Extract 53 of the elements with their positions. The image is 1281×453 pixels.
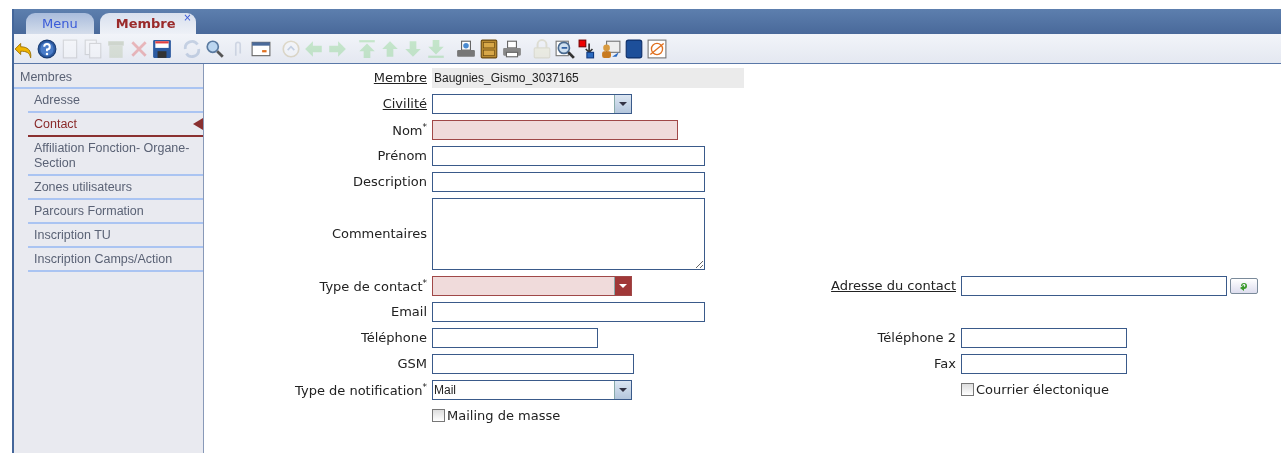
sidebar-item[interactable]: Zones utilisateurs <box>28 176 203 200</box>
input-field[interactable] <box>432 145 705 166</box>
field-label: Fax <box>934 356 956 371</box>
magnifier-icon[interactable] <box>555 38 575 59</box>
save-icon[interactable] <box>152 38 172 59</box>
sidebar-item[interactable]: Inscription Camps/Action <box>28 248 203 272</box>
arrow-icon <box>1239 280 1249 291</box>
input-field[interactable] <box>432 171 705 192</box>
field-label: Téléphone 2 <box>877 330 956 345</box>
pointer-icon <box>193 118 203 130</box>
readonly-field: Baugnies_Gismo_3037165 <box>432 67 744 88</box>
tab[interactable]: Menu <box>26 13 94 34</box>
envelope-people-icon[interactable] <box>601 38 621 59</box>
book-icon[interactable] <box>624 38 644 59</box>
close-button[interactable]: × <box>183 13 192 23</box>
checkbox[interactable]: Courrier électonique <box>961 382 1109 397</box>
sidebar-item[interactable]: Inscription TU <box>28 224 203 248</box>
field-label: Prénom <box>377 148 427 163</box>
sidebar-item[interactable]: Contact <box>28 113 203 137</box>
field-label: Description <box>352 174 427 189</box>
sidebar-item[interactable]: Affiliation Fonction- Organe-Section <box>28 137 203 176</box>
field-link[interactable]: Civilité <box>382 96 427 111</box>
input-field[interactable] <box>432 301 705 322</box>
sidebar-item[interactable]: Adresse <box>28 89 203 113</box>
help-icon[interactable] <box>37 38 57 59</box>
input-field[interactable] <box>432 353 634 374</box>
go-button[interactable] <box>1230 277 1258 294</box>
input-field[interactable] <box>961 275 1227 296</box>
dropdown[interactable] <box>432 93 632 114</box>
text-area[interactable] <box>432 197 705 270</box>
field-label: Type de notification$^{*}$ <box>295 382 427 398</box>
checkbox[interactable]: Mailing de masse <box>432 408 561 423</box>
input-field[interactable] <box>961 353 1127 374</box>
field-label: GSM <box>397 356 427 371</box>
field-label: Type de contact$^{*}$ <box>319 278 427 294</box>
field-link[interactable]: Membre <box>373 70 427 85</box>
field-link[interactable]: Adresse du contact <box>831 278 956 293</box>
input-field[interactable] <box>432 327 598 348</box>
field-label: Commentaires <box>331 226 427 241</box>
field-label: Email <box>390 304 427 319</box>
tab[interactable]: Membre × <box>99 13 196 34</box>
dropdown[interactable] <box>432 275 632 296</box>
cabinet-icon[interactable] <box>479 38 499 59</box>
dropdown[interactable]: Mail <box>432 379 632 400</box>
scanner-icon[interactable] <box>456 38 476 59</box>
input-field[interactable] <box>961 327 1127 348</box>
printer-icon[interactable] <box>502 38 522 59</box>
sidebar-header[interactable]: Membres <box>14 68 203 89</box>
search-icon[interactable] <box>205 38 225 59</box>
field-label: Téléphone <box>360 330 427 345</box>
field-label: Nom$^{*}$ <box>392 122 427 138</box>
input-field[interactable] <box>432 119 678 140</box>
sidebar-item[interactable]: Parcours Formation <box>28 200 203 224</box>
